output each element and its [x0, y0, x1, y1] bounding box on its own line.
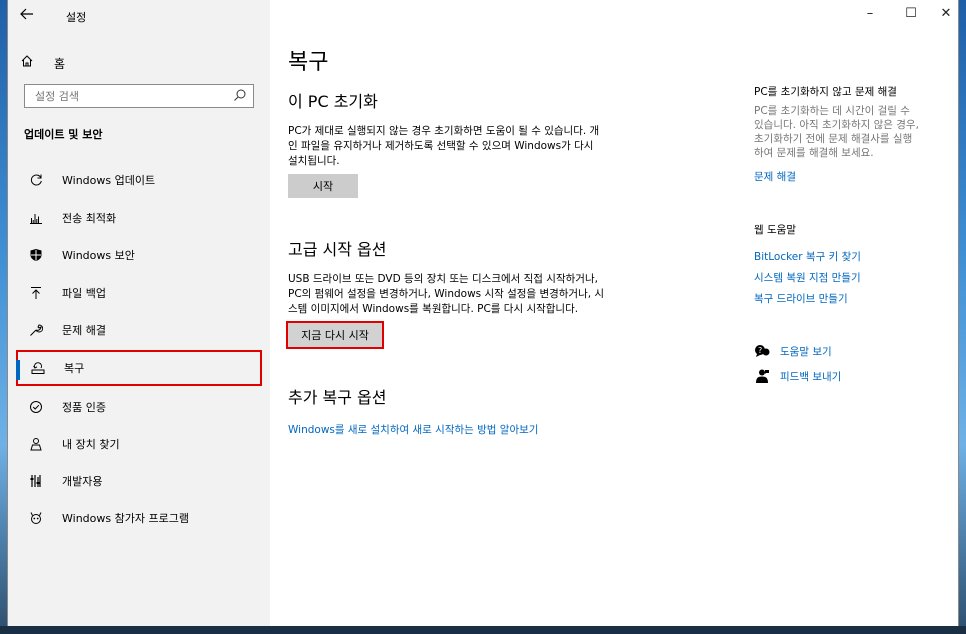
sidebar-item-label: 파일 백업	[62, 287, 106, 300]
active-indicator	[16, 360, 20, 380]
desktop-background-strip	[0, 626, 966, 634]
svg-text:?: ?	[758, 346, 762, 355]
sidebar-item-label: 전송 최적화	[62, 212, 117, 225]
web-link-restore-point[interactable]: 시스템 복원 지점 만들기	[754, 270, 861, 285]
advanced-desc-line: 스템 이미지에서 Windows를 복원합니다. PC를 다시 시작합니다.	[288, 303, 579, 315]
sidebar-item-label: 문제 해결	[62, 324, 106, 337]
search-icon	[234, 89, 246, 101]
feedback-icon	[756, 369, 769, 383]
app-title: 설정	[66, 11, 87, 24]
sidebar-item-label: 정품 인증	[62, 401, 106, 414]
settings-window: 설정 홈 업데이트 및 보안 Windows 업데이트 전송 최적화	[8, 0, 958, 626]
web-help-heading: 웹 도움말	[754, 224, 796, 236]
shield-icon	[26, 248, 46, 262]
close-icon: ✕	[940, 6, 952, 21]
reset-pc-description: PC가 제대로 실행되지 않는 경우 초기화하면 도움이 될 수 있습니다. 개…	[288, 124, 648, 169]
sidebar-item-find-my-device[interactable]: 내 장치 찾기	[16, 426, 262, 462]
maximize-button[interactable]: ☐	[901, 6, 921, 21]
fresh-start-link[interactable]: Windows를 새로 설치하여 새로 시작하는 방법 알아보기	[288, 422, 538, 437]
wrench-icon	[26, 323, 46, 337]
sidebar-item-label: Windows 보안	[62, 249, 135, 262]
check-circle-icon	[26, 400, 46, 414]
section-heading: 업데이트 및 보안	[24, 128, 103, 141]
advanced-desc-line: PC의 펌웨어 설정을 변경하거나, Windows 시작 설정을 변경하거나,…	[288, 288, 605, 300]
web-link-recovery-drive[interactable]: 복구 드라이브 만들기	[754, 291, 848, 306]
recovery-icon	[28, 361, 48, 375]
sidebar-item-activation[interactable]: 정품 인증	[16, 389, 262, 425]
minimize-icon: –	[866, 6, 874, 21]
reset-desc-line: PC가 제대로 실행되지 않는 경우 초기화하면 도움이 될 수 있습니다. 개	[288, 125, 600, 137]
insider-icon	[26, 511, 46, 525]
more-recovery-heading: 추가 복구 옵션	[288, 388, 387, 407]
sidebar-item-label: 내 장치 찾기	[62, 438, 120, 451]
help-text-line: 있습니다. 아직 초기화하지 않은 경우,	[754, 119, 919, 131]
reset-desc-line: 인 파일을 유지하거나 제거하도록 선택할 수 있으며 Windows가 다시	[288, 140, 594, 152]
close-button[interactable]: ✕	[936, 6, 956, 21]
sidebar-item-windows-security[interactable]: Windows 보안	[16, 237, 262, 273]
restart-now-button[interactable]: 지금 다시 시작	[288, 323, 382, 347]
search-input[interactable]	[25, 86, 225, 107]
sidebar-item-troubleshoot[interactable]: 문제 해결	[16, 312, 262, 348]
sync-icon	[26, 173, 46, 187]
delivery-icon	[26, 211, 46, 225]
sidebar-home-label: 홈	[54, 56, 66, 71]
web-link-bitlocker[interactable]: BitLocker 복구 키 찾기	[754, 249, 861, 264]
help-text-line: 초기화하기 전에 문제 해결사를 실행	[754, 133, 913, 145]
home-icon	[20, 54, 38, 72]
sidebar-item-delivery-optimization[interactable]: 전송 최적화	[16, 200, 262, 236]
reset-desc-line: 설치됩니다.	[288, 155, 340, 167]
back-button[interactable]	[20, 8, 38, 24]
sidebar: 설정 홈 업데이트 및 보안 Windows 업데이트 전송 최적화	[8, 0, 270, 626]
troubleshoot-link[interactable]: 문제 해결	[754, 169, 796, 184]
backup-arrow-icon	[26, 286, 46, 300]
sidebar-item-for-developers[interactable]: 개발자용	[16, 463, 262, 499]
advanced-desc-line: USB 드라이브 또는 DVD 등의 장치 또는 디스크에서 직접 시작하거나,	[288, 273, 598, 285]
sidebar-item-label: 개발자용	[62, 475, 103, 488]
get-started-button[interactable]: 시작	[288, 174, 358, 198]
sidebar-item-file-backup[interactable]: 파일 백업	[16, 275, 262, 311]
maximize-icon: ☐	[905, 6, 917, 21]
get-help-link[interactable]: 도움말 보기	[780, 344, 832, 359]
feedback-link[interactable]: 피드백 보내기	[780, 369, 841, 384]
sidebar-item-insider-program[interactable]: Windows 참가자 프로그램	[16, 500, 262, 536]
advanced-startup-heading: 고급 시작 옵션	[288, 240, 387, 259]
help-text-line: 하여 문제를 해결해 보세요.	[754, 147, 874, 159]
find-device-icon	[26, 437, 46, 451]
sidebar-item-recovery[interactable]: 복구	[16, 350, 262, 386]
sidebar-item-label: Windows 업데이트	[62, 174, 156, 187]
minimize-button[interactable]: –	[860, 6, 880, 21]
page-title: 복구	[288, 50, 329, 75]
search-box[interactable]	[24, 84, 254, 108]
arrow-left-icon	[20, 8, 33, 20]
sidebar-item-label: 복구	[64, 362, 85, 375]
advanced-startup-description: USB 드라이브 또는 DVD 등의 장치 또는 디스크에서 직접 시작하거나,…	[288, 272, 648, 317]
sidebar-item-home[interactable]: 홈	[20, 52, 65, 74]
sidebar-item-label: Windows 참가자 프로그램	[62, 512, 189, 525]
sidebar-item-windows-update[interactable]: Windows 업데이트	[16, 162, 262, 198]
reset-pc-heading: 이 PC 초기화	[288, 92, 378, 111]
help-heading: PC를 초기화하지 않고 문제 해결	[754, 86, 897, 98]
developer-icon	[26, 474, 46, 488]
help-text: PC를 초기화하는 데 시간이 걸릴 수 있습니다. 아직 초기화하지 않은 경…	[754, 104, 946, 160]
help-text-line: PC를 초기화하는 데 시간이 걸릴 수	[754, 105, 910, 117]
help-chat-icon: ?	[755, 345, 770, 357]
